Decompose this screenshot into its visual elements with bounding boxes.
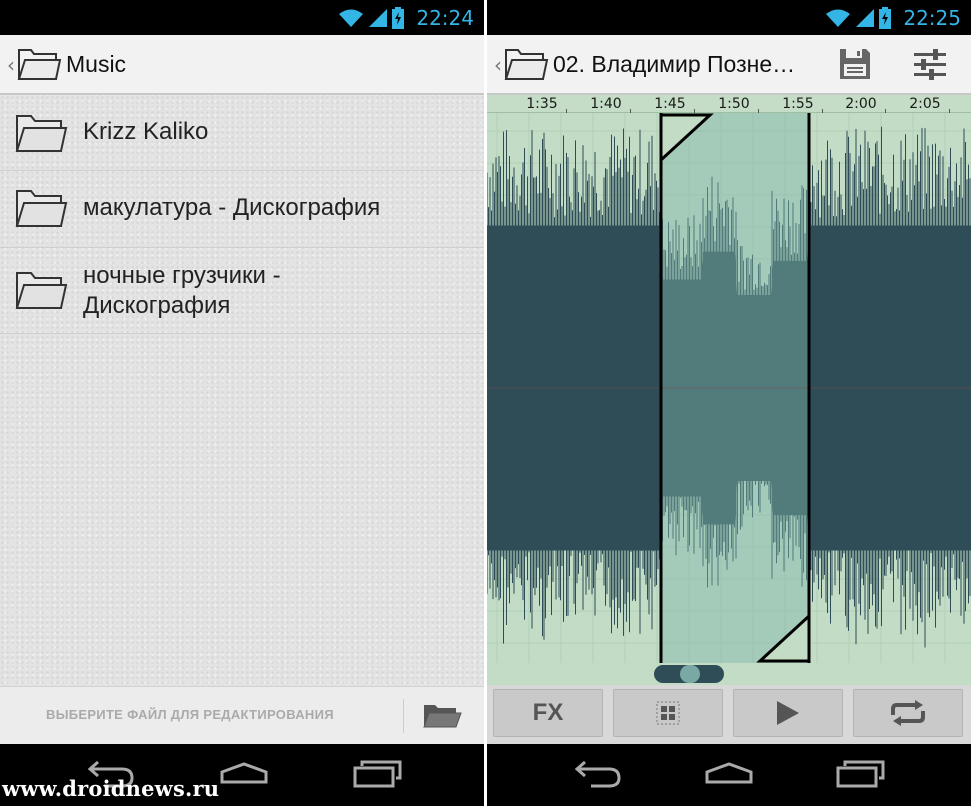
open-folder-icon[interactable] bbox=[422, 702, 462, 730]
status-time: 22:25 bbox=[903, 6, 961, 30]
recents-icon[interactable] bbox=[352, 758, 404, 790]
folder-label: Krizz Kaliko bbox=[83, 118, 209, 145]
battery-icon bbox=[879, 7, 892, 29]
scroll-track[interactable] bbox=[487, 663, 971, 685]
track-title: 02. Владимир Позне… bbox=[553, 51, 796, 77]
folder-icon bbox=[15, 272, 68, 309]
signal-icon bbox=[856, 9, 875, 27]
equalizer-icon[interactable] bbox=[912, 47, 948, 81]
select-file-hint: ВЫБЕРИТЕ ФАЙЛ ДЛЯ РЕДАКТИРОВАНИЯ bbox=[46, 707, 334, 722]
folder-label: макулатура - Дискография bbox=[83, 194, 381, 221]
recents-icon[interactable] bbox=[835, 758, 887, 790]
grid-button[interactable] bbox=[613, 689, 723, 737]
play-button[interactable] bbox=[733, 689, 843, 737]
folder-icon[interactable] bbox=[16, 45, 62, 83]
folder-icon bbox=[15, 115, 68, 152]
scroll-thumb[interactable] bbox=[654, 665, 724, 683]
wifi-icon bbox=[339, 9, 364, 27]
file-browser-screen: 22:24 ‹ Music Krizz Kaliko макулатура - … bbox=[0, 0, 484, 806]
back-icon[interactable] bbox=[571, 758, 623, 790]
repeat-button[interactable] bbox=[853, 689, 963, 737]
action-bar: ‹ 02. Владимир Позне… bbox=[487, 35, 971, 95]
home-icon[interactable] bbox=[218, 758, 270, 790]
folder-list: Krizz Kaliko макулатура - Дискография но… bbox=[0, 95, 484, 686]
fx-label: FX bbox=[532, 699, 564, 726]
fx-button[interactable]: FX bbox=[493, 689, 603, 737]
status-time: 22:24 bbox=[416, 6, 474, 30]
time-tick-label: 2:00 bbox=[845, 96, 877, 112]
folder-icon[interactable] bbox=[503, 45, 549, 83]
home-icon[interactable] bbox=[703, 758, 755, 790]
bottom-bar: ВЫБЕРИТЕ ФАЙЛ ДЛЯ РЕДАКТИРОВАНИЯ bbox=[0, 686, 484, 744]
time-ruler[interactable]: 1:35 1:40 1:45 1:50 1:55 2:00 2:05 bbox=[487, 95, 971, 113]
time-tick-label: 1:40 bbox=[590, 96, 622, 112]
time-tick-label: 2:05 bbox=[909, 96, 941, 112]
scroll-knob[interactable] bbox=[680, 665, 700, 683]
play-icon bbox=[777, 701, 799, 725]
up-caret-icon[interactable]: ‹ bbox=[7, 53, 15, 77]
signal-icon bbox=[369, 9, 388, 27]
save-icon[interactable] bbox=[838, 47, 872, 81]
divider bbox=[403, 699, 404, 733]
time-tick-label: 1:45 bbox=[654, 96, 686, 112]
list-item[interactable]: Krizz Kaliko bbox=[0, 95, 484, 171]
folder-icon bbox=[15, 190, 68, 227]
watermark: www.droidnews.ru bbox=[2, 776, 220, 801]
audio-editor-screen: 22:25 ‹ 02. Владимир Позне… 1:35 1:40 1:45… bbox=[487, 0, 971, 806]
time-tick-label: 1:35 bbox=[526, 96, 558, 112]
up-caret-icon[interactable]: ‹ bbox=[494, 53, 502, 77]
wifi-icon bbox=[826, 9, 851, 27]
time-tick-label: 1:55 bbox=[782, 96, 814, 112]
status-bar: 22:25 bbox=[487, 0, 971, 35]
list-item[interactable]: макулатура - Дискография bbox=[0, 171, 484, 248]
battery-icon bbox=[392, 7, 405, 29]
folder-label: ночные грузчики - Дискография bbox=[83, 262, 281, 319]
repeat-icon bbox=[891, 700, 925, 726]
grid-icon bbox=[656, 701, 680, 725]
list-item[interactable]: ночные грузчики - Дискография bbox=[0, 248, 484, 334]
waveform[interactable] bbox=[487, 113, 971, 663]
page-title: Music bbox=[66, 51, 127, 77]
status-bar: 22:24 bbox=[0, 0, 484, 35]
control-bar: FX bbox=[487, 685, 971, 744]
waveform-view[interactable] bbox=[487, 113, 971, 663]
navigation-bar bbox=[487, 744, 971, 806]
action-bar: ‹ Music bbox=[0, 35, 484, 95]
time-tick-label: 1:50 bbox=[718, 96, 750, 112]
